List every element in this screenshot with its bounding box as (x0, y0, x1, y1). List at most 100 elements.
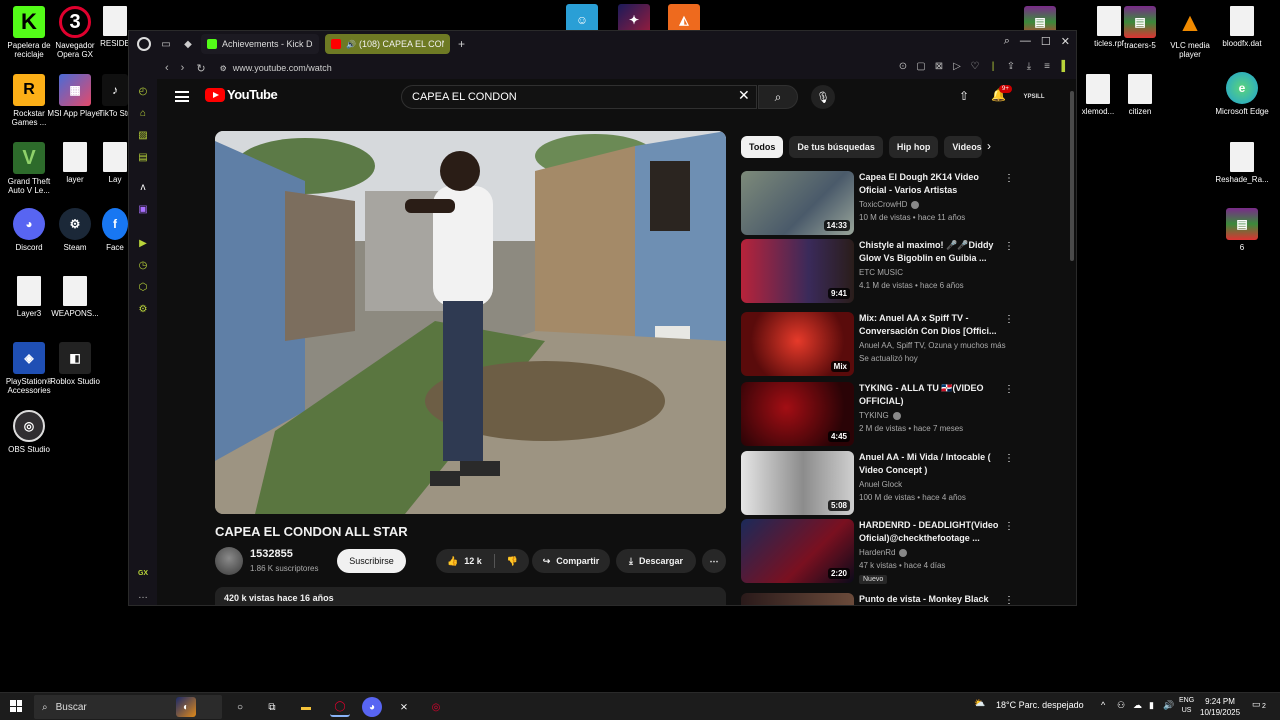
twitch-icon[interactable]: ▣ (137, 203, 149, 215)
workspace-icon[interactable]: ▭ (159, 37, 173, 51)
chip-de-tus-busquedas[interactable]: De tus búsquedas (789, 136, 883, 158)
language-indicator[interactable]: ENG US (1179, 696, 1194, 716)
opera-gx-menu-icon[interactable] (137, 37, 151, 51)
new-tab-button[interactable]: + (458, 37, 465, 51)
chevron-up-icon[interactable]: ^ (1101, 700, 1105, 710)
reload-icon[interactable]: ↻ (196, 62, 205, 75)
heart-icon[interactable]: ♡ (970, 61, 980, 72)
gx-corner-icon[interactable]: ▨ (137, 129, 149, 141)
player-sidebar-icon[interactable]: ▶ (137, 237, 149, 249)
list-item[interactable]: Mix Mix: Anuel AA x Spiff TV - Conversac… (741, 312, 1031, 376)
chevron-right-icon[interactable]: › (987, 139, 991, 153)
desktop-icon-obs[interactable]: ◎ OBS Studio (0, 410, 58, 454)
news-icon[interactable]: ▤ (137, 151, 149, 163)
cube-icon[interactable]: ▢ (916, 61, 926, 72)
channel-name[interactable]: 1532855 (250, 548, 293, 560)
gx-icon[interactable]: GX (137, 567, 149, 579)
player-icon[interactable]: ▷ (952, 61, 962, 72)
scrollbar-thumb[interactable] (1070, 91, 1074, 261)
voice-search-button[interactable]: 🎙 (811, 85, 835, 109)
avatar[interactable]: YPSILL (1023, 87, 1045, 107)
video-thumbnail[interactable]: Mix (741, 312, 854, 376)
desktop-icon-roblox-studio[interactable]: ◧ Roblox Studio (46, 342, 104, 386)
video-thumbnail[interactable]: 14:33 (741, 171, 854, 235)
share-button[interactable]: ↪ Compartir (532, 549, 610, 573)
more-options-icon[interactable]: ⋮ (1004, 314, 1014, 325)
extensions-icon[interactable]: ⬡ (137, 281, 149, 293)
video-thumbnail[interactable] (741, 593, 854, 605)
kick-sidebar-icon[interactable]: ᴧ (137, 181, 149, 193)
download-button[interactable]: ⤓ Descargar (616, 549, 696, 573)
download-icon[interactable]: ⤓ (1024, 61, 1034, 72)
list-item[interactable]: 5:08 Anuel AA - Mi Vida / Intocable ( Vi… (741, 451, 1031, 515)
like-icon[interactable]: 👍 (447, 556, 458, 567)
chip-todos[interactable]: Todos (741, 136, 784, 158)
vpn-icon[interactable]: ⊠ (934, 61, 944, 72)
discord-taskbar-icon[interactable]: ◕ (362, 697, 382, 717)
list-item[interactable]: 9:41 Chistyle al maximo! 🎤🎤Diddy Glow Vs… (741, 239, 1031, 303)
tab-kick-achievements[interactable]: Achievements - Kick Dash (201, 34, 319, 54)
search-tabs-icon[interactable]: ⌕ (1004, 35, 1010, 48)
video-thumbnail[interactable]: 4:45 (741, 382, 854, 446)
more-options-icon[interactable]: … (137, 589, 149, 601)
audio-playing-icon[interactable]: 🔊 (346, 40, 356, 49)
clock[interactable]: 9:24 PM 10/19/2025 (1200, 696, 1240, 718)
maximize-button[interactable]: ☐ (1041, 35, 1051, 48)
capcut-icon[interactable]: ⨯ (394, 697, 414, 717)
snapshot-icon[interactable]: ⊙ (898, 61, 908, 72)
gx-control-icon[interactable]: ◴ (137, 85, 149, 97)
list-item[interactable]: 2:20 HARDENRD - DEADLIGHT(Video Oficial)… (741, 519, 1031, 584)
video-thumbnail[interactable]: 2:20 (741, 519, 854, 583)
tab-island-icon[interactable]: ◆ (181, 37, 195, 51)
settings-icon[interactable]: ⚙ (137, 303, 149, 315)
video-player[interactable] (215, 131, 726, 514)
more-actions-button[interactable]: ⋯ (702, 549, 726, 573)
notifications-icon[interactable]: ▭ (1252, 699, 1261, 710)
channel-avatar[interactable] (215, 547, 243, 575)
more-options-icon[interactable]: ⋮ (1004, 241, 1014, 252)
desktop-icon-facebook[interactable]: f Face (100, 208, 130, 252)
page-scrollbar[interactable] (1068, 79, 1076, 605)
youtube-logo[interactable]: YouTube (205, 87, 278, 102)
site-info-icon[interactable]: ⚙ (220, 64, 227, 73)
address-field[interactable]: ⚙ www.youtube.com/watch (220, 63, 332, 73)
tray-app-icon[interactable]: ⚇ (1117, 700, 1125, 711)
more-options-icon[interactable]: ⋮ (1004, 453, 1014, 464)
weather-icon[interactable]: ⛅ (974, 698, 985, 709)
desktop-icon-vlc[interactable]: ▲ VLC media player (1162, 6, 1218, 60)
desktop-icon-citizen[interactable]: citizen (1112, 74, 1168, 116)
file-explorer-icon[interactable]: ▬ (296, 697, 316, 717)
desktop-icon-reshade[interactable]: Reshade_Ra... (1214, 142, 1270, 184)
task-view-icon[interactable]: ⧉ (262, 697, 282, 717)
windows-start-icon[interactable] (10, 700, 22, 712)
gx-cleaner-icon[interactable]: ⌂ (137, 107, 149, 119)
list-item[interactable]: Punto de vista - Monkey Black ⋮ (741, 593, 1031, 605)
video-thumbnail[interactable]: 5:08 (741, 451, 854, 515)
description-box[interactable]: 420 k vistas hace 16 años (215, 587, 726, 605)
search-highlight-icon[interactable]: ◐ (176, 697, 196, 717)
chip-videos[interactable]: Videos (944, 136, 983, 158)
desktop-icon-edge[interactable]: e Microsoft Edge (1214, 72, 1270, 116)
more-options-icon[interactable]: ⋮ (1004, 595, 1014, 605)
history-icon[interactable]: ◷ (137, 259, 149, 271)
desktop-icon-lay[interactable]: Lay (100, 142, 130, 184)
volume-icon[interactable]: 🔊 (1163, 700, 1174, 711)
easy-files-icon[interactable]: ⇪ (1006, 61, 1016, 72)
easy-setup-icon[interactable]: ≡ (1042, 61, 1052, 72)
search-input[interactable]: CAPEA EL CONDON (401, 85, 757, 109)
dislike-icon[interactable]: 👎 (507, 556, 518, 567)
tab-youtube[interactable]: 🔊 (108) CAPEA EL CONDON (325, 34, 450, 54)
desktop-icon-tracers[interactable]: ▤ tracers-5 (1112, 6, 1168, 50)
chip-hip-hop[interactable]: Hip hop (888, 136, 939, 158)
close-button[interactable]: ✕ (1061, 35, 1070, 48)
hamburger-menu-icon[interactable] (175, 91, 189, 102)
more-options-icon[interactable]: ⋮ (1004, 173, 1014, 184)
list-item[interactable]: 4:45 TYKING - ALLA TU 🇩🇴(VIDEO OFFICIAL)… (741, 382, 1031, 446)
cloud-icon[interactable]: ☁ (1133, 700, 1142, 711)
back-icon[interactable]: ‹ (165, 62, 169, 74)
opera-gx-taskbar-icon[interactable]: ◯ (330, 697, 350, 717)
upload-icon[interactable]: ⇧ (959, 89, 969, 103)
weather-text[interactable]: 18°C Parc. despejado (996, 700, 1084, 710)
desktop-icon-6[interactable]: ▤ 6 (1214, 208, 1270, 252)
opera-gx-2-taskbar-icon[interactable]: ◎ (426, 697, 446, 717)
